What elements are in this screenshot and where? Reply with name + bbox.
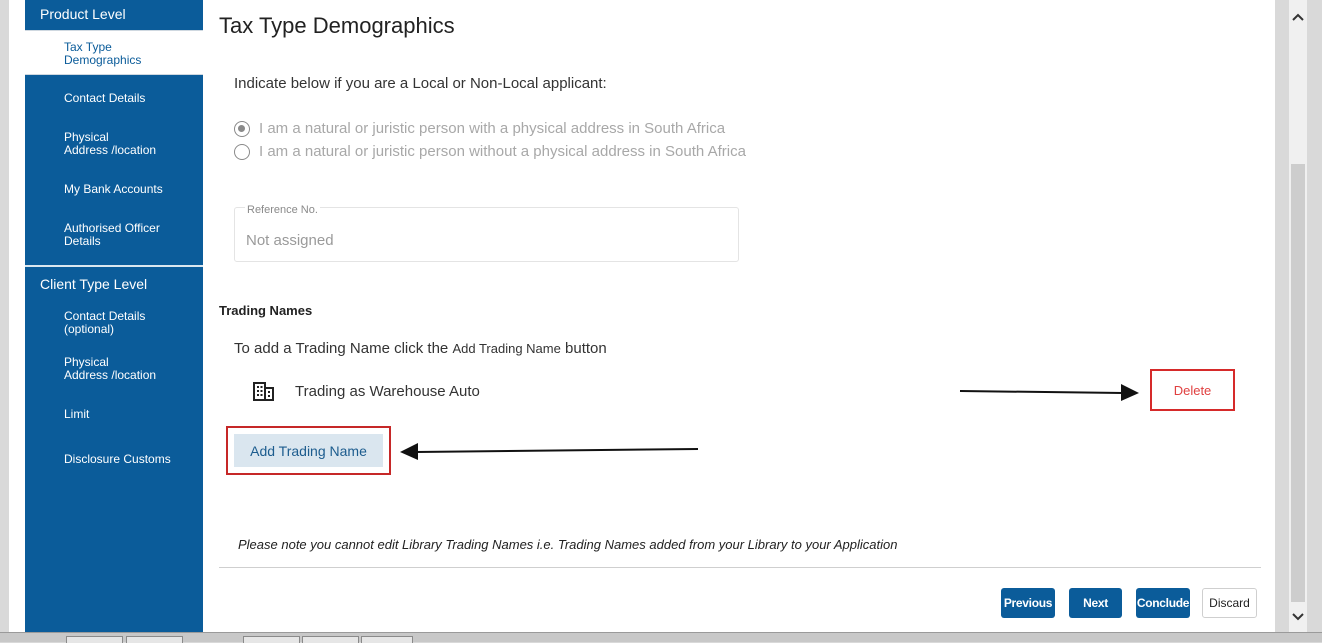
trading-names-heading: Trading Names [219, 303, 313, 318]
taskbar-button[interactable] [361, 636, 413, 643]
library-note: Please note you cannot edit Library Trad… [238, 537, 898, 552]
radio-local-label: I am a natural or juristic person with a… [259, 120, 726, 137]
footer-divider [219, 567, 1261, 568]
instruction-prefix: To add a Trading Name click the [234, 340, 449, 357]
radio-local-applicant[interactable]: I am a natural or juristic person with a… [234, 120, 725, 137]
sidebar-divider [25, 265, 203, 267]
building-icon [253, 382, 274, 401]
radio-non-local-applicant[interactable]: I am a natural or juristic person withou… [234, 143, 746, 160]
sidebar-item-contact-details[interactable]: Contact Details [25, 92, 203, 105]
reference-number-label: Reference No. [245, 204, 320, 216]
sidebar-nav: Product Level Tax Type Demographics Cont… [25, 0, 203, 632]
scroll-down-chevron-icon[interactable] [1289, 608, 1307, 626]
sidebar-item-physical-address[interactable]: Physical Address /location [25, 131, 203, 157]
reference-number-field: Reference No. Not assigned [234, 204, 739, 262]
taskbar-button[interactable] [243, 636, 300, 643]
radio-button-checked[interactable] [234, 120, 250, 137]
sidebar-item-client-physical-address[interactable]: Physical Address /location [25, 356, 203, 382]
trading-names-instruction: To add a Trading Name click the Add Trad… [234, 340, 607, 357]
taskbar-button[interactable] [126, 636, 183, 643]
sidebar-item-limit[interactable]: Limit [25, 408, 203, 421]
instruction-suffix: button [565, 340, 607, 357]
conclude-button[interactable]: Conclude [1136, 588, 1190, 618]
radio-non-local-label: I am a natural or juristic person withou… [259, 143, 746, 160]
sidebar-item-client-contact-details[interactable]: Contact Details (optional) [25, 310, 203, 336]
sidebar-item-my-bank-accounts[interactable]: My Bank Accounts [25, 183, 203, 196]
taskbar-button[interactable] [66, 636, 123, 643]
vertical-scrollbar[interactable] [1289, 0, 1307, 632]
previous-button[interactable]: Previous [1001, 588, 1055, 618]
delete-trading-name-button[interactable]: Delete [1150, 369, 1235, 411]
sidebar-item-disclosure-customs[interactable]: Disclosure Customs [25, 453, 203, 466]
add-trading-name-button[interactable]: Add Trading Name [234, 434, 383, 467]
instruction-button-name: Add Trading Name [452, 341, 561, 356]
page-title: Tax Type Demographics [219, 13, 455, 38]
taskbar-button[interactable] [302, 636, 359, 643]
scroll-thumb[interactable] [1291, 164, 1305, 602]
sidebar-item-authorised-officer-details[interactable]: Authorised Officer Details [25, 222, 203, 248]
sidebar-heading-product-level: Product Level [40, 6, 126, 22]
reference-number-value: Not assigned [246, 232, 334, 249]
scroll-up-chevron-icon[interactable] [1289, 8, 1307, 26]
main-content: Tax Type Demographics Indicate below if … [203, 0, 1275, 632]
trading-name-item: Trading as Warehouse Auto [253, 381, 480, 401]
applicant-type-prompt: Indicate below if you are a Local or Non… [234, 75, 607, 92]
discard-button[interactable]: Discard [1202, 588, 1257, 618]
sidebar-heading-client-type-level: Client Type Level [40, 276, 148, 292]
sidebar-item-tax-type-demographics[interactable]: Tax Type Demographics [25, 30, 203, 75]
radio-button-unchecked[interactable] [234, 143, 250, 160]
add-trading-name-highlight: Add Trading Name [226, 426, 391, 475]
next-button[interactable]: Next [1069, 588, 1122, 618]
trading-name-text: Trading as Warehouse Auto [295, 382, 480, 400]
